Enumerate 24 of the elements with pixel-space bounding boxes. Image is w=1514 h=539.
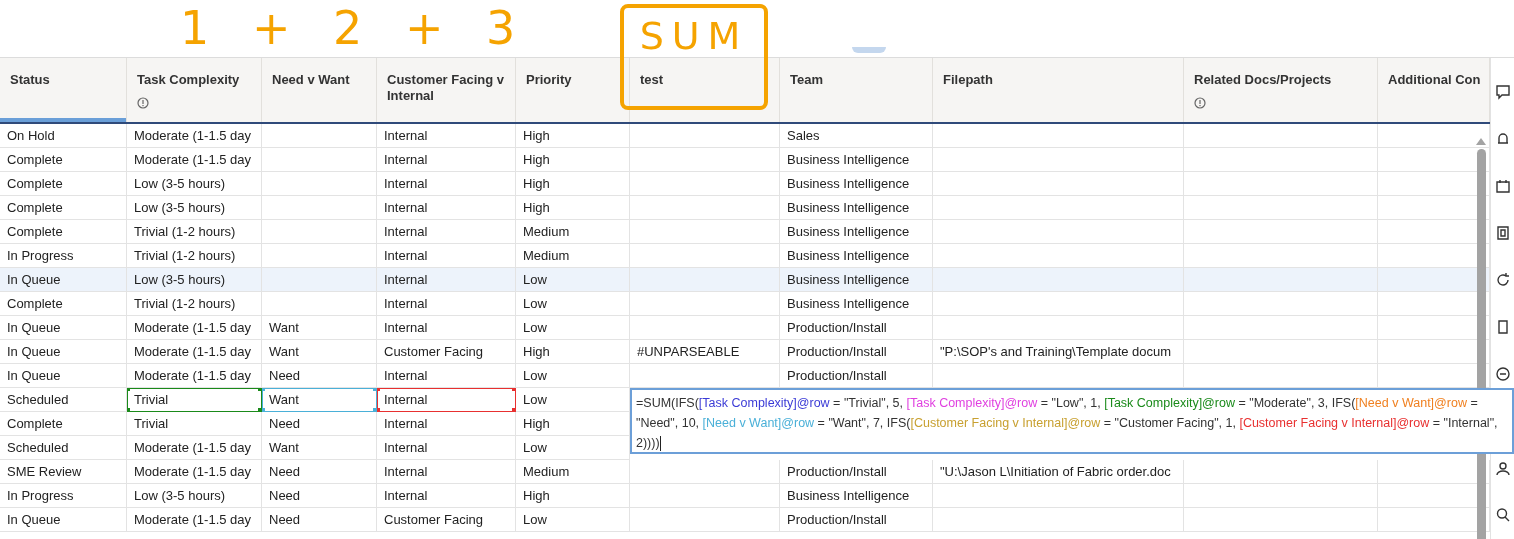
table-cell: Moderate (1-1.5 day	[127, 508, 262, 532]
table-cell: Need	[262, 508, 377, 532]
table-cell: Internal	[377, 364, 516, 388]
formula-editor[interactable]: =SUM(IFS([Task Complexity]@row = "Trivial", 5, [Task Complexity]@row = "Low", 1, [Task Complexity]@row = "Moderate", 3, IFS([Need v Want]@row = "Need", 10, [Need v Want]@row = "Want", 7, IFS([Customer Facing v Internal]@row = "Customer Facing", 1, [Customer Facing v Internal]@row = "Internal", 2))))	[630, 388, 1514, 454]
column-header[interactable]: Related Docs/Projects	[1184, 58, 1378, 122]
table-cell: Moderate (1-1.5 day	[127, 364, 262, 388]
column-header[interactable]: Need v Want	[262, 58, 377, 122]
table-cell: Low	[516, 508, 630, 532]
table-cell: Trivial	[127, 388, 262, 412]
handwritten-note: 1 + 2 + 3	[180, 0, 530, 56]
table-cell: Need	[262, 364, 377, 388]
table-cell: Want	[262, 388, 377, 412]
table-cell: Production/Install	[780, 508, 933, 532]
table-cell: In Queue	[0, 508, 127, 532]
column-header[interactable]: test	[630, 58, 780, 122]
handwritten-note: SUM	[639, 14, 749, 58]
column-header[interactable]: Customer Facing v Internal	[377, 58, 516, 122]
column-header[interactable]: Task Complexity	[127, 58, 262, 122]
column-header[interactable]: Status	[0, 58, 127, 122]
column-header[interactable]: Priority	[516, 58, 630, 122]
table-cell: Internal	[377, 388, 516, 412]
column-header[interactable]: Filepath	[933, 58, 1184, 122]
column-header[interactable]: Team	[780, 58, 933, 122]
table-cell: Customer Facing	[377, 508, 516, 532]
